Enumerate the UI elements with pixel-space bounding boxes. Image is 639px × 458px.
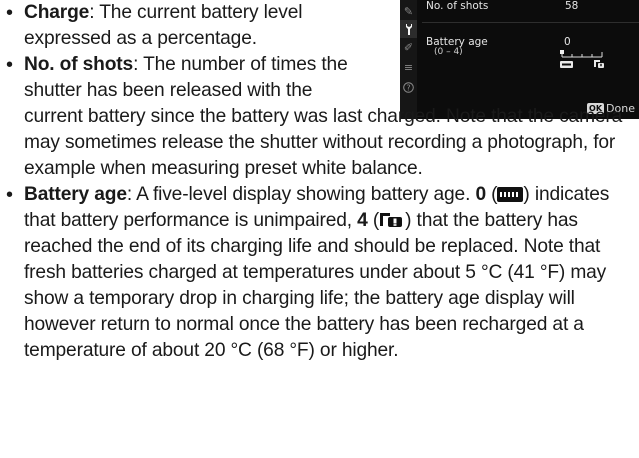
age-text-1: : A five-level display showing battery a…: [126, 184, 476, 205]
charge-text: : The current battery level: [89, 2, 303, 23]
new-battery-icon: [497, 187, 524, 202]
age-text-3: that the battery has reached the end of …: [24, 210, 607, 361]
age-term: Battery age: [24, 184, 127, 205]
age-level-0: 0: [475, 184, 486, 205]
bullet-icon: •: [6, 2, 13, 24]
shots-text-2: shutter has been released with the: [24, 80, 313, 101]
bullet-icon: •: [6, 184, 13, 206]
charge-term: Charge: [24, 2, 90, 23]
list-item-charge: • Charge: The current battery level expr…: [4, 0, 636, 52]
battery-info-text: • Charge: The current battery level expr…: [4, 0, 636, 364]
bullet-icon: •: [6, 54, 13, 76]
list-item-shots: • No. of shots: The number of times the …: [4, 52, 636, 182]
charge-text-2: expressed as a percentage.: [24, 28, 257, 49]
worn-battery-icon: [380, 213, 403, 227]
list-item-battery-age: • Battery age: A five-level display show…: [6, 184, 610, 361]
shots-text-3: current battery since the battery was la…: [24, 106, 623, 179]
shots-text: : The number of times the: [133, 54, 348, 75]
shots-term: No. of shots: [24, 54, 134, 75]
age-level-4: 4: [357, 210, 368, 231]
